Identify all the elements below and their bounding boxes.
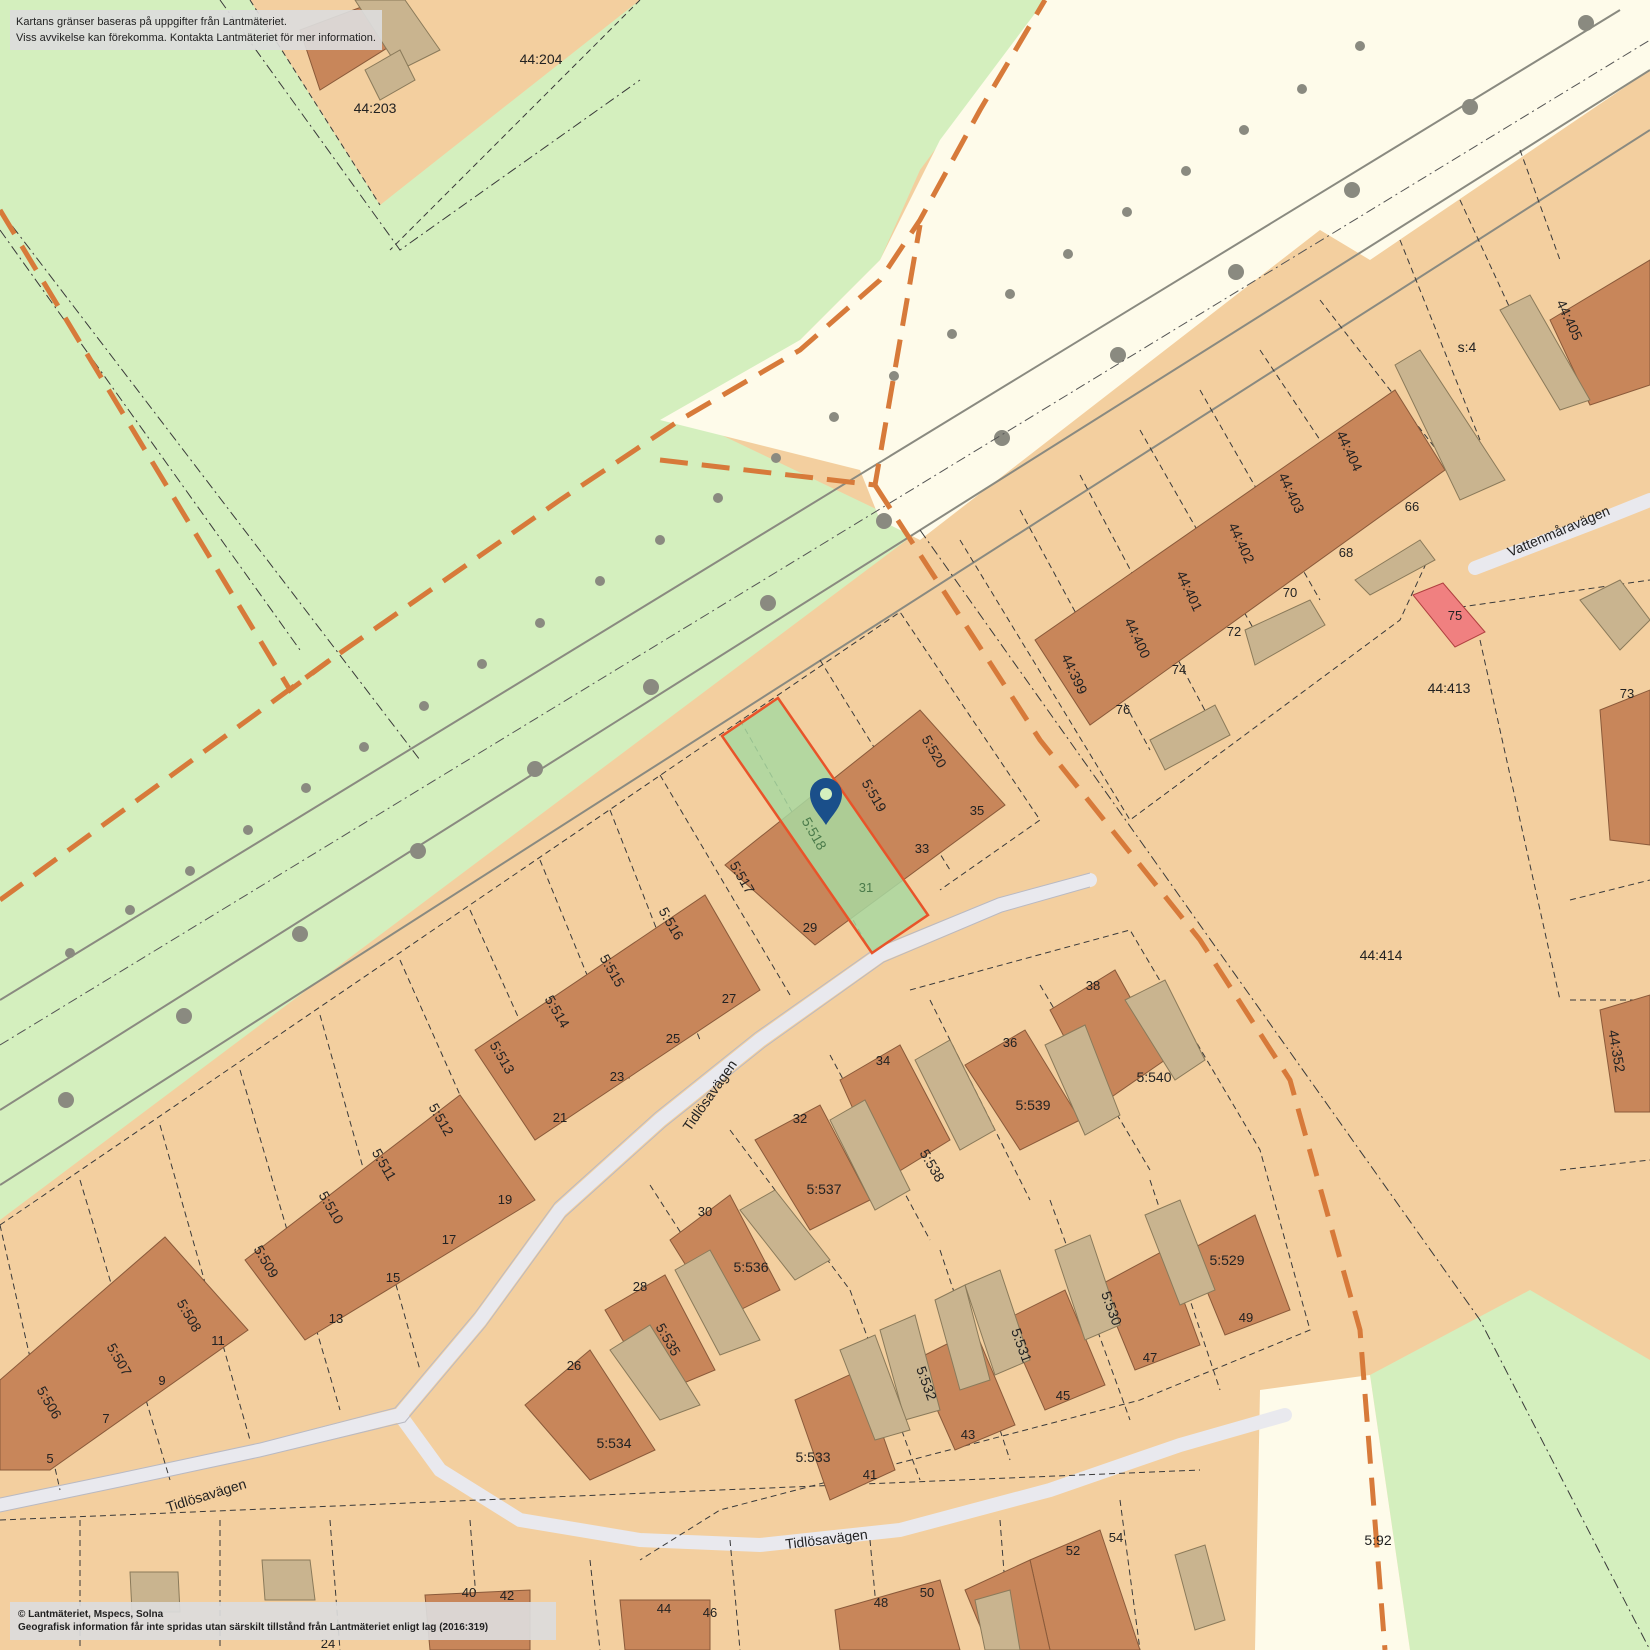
parcel-label: 5:534 (596, 1435, 631, 1451)
address-label: 66 (1405, 499, 1419, 514)
address-label: 42 (500, 1588, 514, 1603)
address-label: 74 (1172, 662, 1186, 677)
address-label: 35 (970, 803, 984, 818)
parcel-label: 5:537 (806, 1181, 841, 1197)
address-label: 45 (1056, 1388, 1070, 1403)
address-label: 52 (1066, 1543, 1080, 1558)
address-label: 73 (1620, 686, 1634, 701)
address-label: 17 (442, 1232, 456, 1247)
address-label: 11 (211, 1333, 225, 1348)
parcel-label: s:4 (1458, 339, 1477, 355)
parcel-label: 5:539 (1015, 1097, 1050, 1113)
copyright-line-1: © Lantmäteriet, Mspecs, Solna (18, 1609, 164, 1620)
parcel-label: 5:92 (1364, 1532, 1391, 1548)
address-label: 27 (722, 991, 736, 1006)
map-disclaimer: Kartans gränser baseras på uppgifter frå… (10, 10, 382, 50)
address-label: 7 (102, 1411, 109, 1426)
address-label: 13 (329, 1311, 343, 1326)
address-label: 76 (1116, 702, 1130, 717)
address-label: 46 (703, 1605, 717, 1620)
address-label: 38 (1086, 978, 1100, 993)
map-copyright: © Lantmäteriet, Mspecs, Solna Geografisk… (10, 1602, 556, 1640)
parcel-label: 5:529 (1209, 1252, 1244, 1268)
parcel-label: 44:204 (520, 51, 563, 67)
parcel-label: 44:414 (1360, 947, 1403, 963)
address-label: 43 (961, 1427, 975, 1442)
address-label: 21 (553, 1110, 567, 1125)
address-label: 9 (158, 1373, 165, 1388)
parcel-label: 5:533 (795, 1449, 830, 1465)
address-label: 25 (666, 1031, 680, 1046)
address-label: 28 (633, 1279, 647, 1294)
address-label: 5 (46, 1451, 53, 1466)
address-label: 75 (1448, 608, 1462, 623)
address-label: 47 (1143, 1350, 1157, 1365)
address-label: 36 (1003, 1035, 1017, 1050)
address-label: 23 (610, 1069, 624, 1084)
address-label: 32 (793, 1111, 807, 1126)
property-map[interactable]: Tidlösavägen Tidlösavägen Tidlösavägen V… (0, 0, 1650, 1650)
copyright-line-2: Geografisk information får inte spridas … (18, 1622, 489, 1633)
parcel-label: 5:540 (1136, 1069, 1171, 1085)
disclaimer-line-1: Kartans gränser baseras på uppgifter frå… (16, 16, 287, 28)
parcel-label: 44:203 (354, 100, 397, 116)
address-label: 30 (698, 1204, 712, 1219)
address-label: 48 (874, 1595, 888, 1610)
address-label: 29 (803, 920, 817, 935)
address-label: 50 (920, 1585, 934, 1600)
address-label: 44 (657, 1601, 671, 1616)
address-label: 19 (498, 1192, 512, 1207)
address-label: 72 (1227, 624, 1241, 639)
disclaimer-line-2: Viss avvikelse kan förekomma. Kontakta L… (16, 32, 376, 44)
address-label: 70 (1283, 585, 1297, 600)
parcel-label: 44:413 (1428, 680, 1471, 696)
address-label: 41 (863, 1467, 877, 1482)
address-label: 15 (386, 1270, 400, 1285)
address-label: 34 (876, 1053, 890, 1068)
address-label: 68 (1339, 545, 1353, 560)
address-label: 49 (1239, 1310, 1253, 1325)
address-label: 40 (462, 1585, 476, 1600)
parcel-label: 5:536 (733, 1259, 768, 1275)
address-label: 26 (567, 1358, 581, 1373)
address-label: 31 (859, 880, 873, 895)
address-label: 54 (1109, 1530, 1123, 1545)
address-label: 33 (915, 841, 929, 856)
